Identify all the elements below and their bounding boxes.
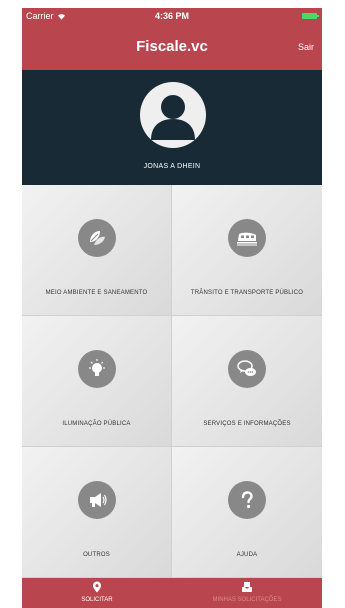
chat-bubbles-icon (228, 350, 266, 388)
status-bar: Carrier 4:36 PM (22, 8, 322, 24)
category-label: OUTROS (83, 552, 110, 558)
question-icon (228, 481, 266, 519)
inbox-icon (242, 582, 252, 592)
category-iluminacao[interactable]: ILUMINAÇÃO PÚBLICA (22, 316, 172, 447)
category-label: SERVIÇOS E INFORMAÇÕES (203, 421, 291, 427)
profile-name: JONAS A DHEIN (143, 163, 201, 170)
category-outros[interactable]: OUTROS (22, 447, 172, 578)
tab-solicitar[interactable]: SOLICITAR (22, 578, 172, 608)
leaves-icon (78, 219, 116, 257)
category-label: MEIO AMBIENTE E SANEAMENTO (45, 290, 148, 296)
lightbulb-icon (78, 350, 116, 388)
tab-bar: SOLICITAR MINHAS SOLICITAÇÕES (22, 578, 322, 608)
category-ajuda[interactable]: AJUDA (172, 447, 322, 578)
category-grid: MEIO AMBIENTE E SANEAMENTO TRÂNSITO E TR… (22, 185, 322, 578)
category-servicos[interactable]: SERVIÇOS E INFORMAÇÕES (172, 316, 322, 447)
train-icon (228, 219, 266, 257)
category-label: ILUMINAÇÃO PÚBLICA (62, 421, 131, 427)
logout-button[interactable]: Sair (298, 24, 314, 70)
avatar[interactable] (140, 82, 206, 148)
status-time: 4:36 PM (154, 11, 189, 21)
tab-minhas-solicitacoes[interactable]: MINHAS SOLICITAÇÕES (172, 578, 322, 608)
category-label: TRÂNSITO E TRANSPORTE PÚBLICO (190, 290, 304, 296)
tab-label: SOLICITAR (81, 597, 113, 603)
category-label: AJUDA (236, 552, 258, 558)
phone-screen: Carrier 4:36 PM Fiscale.vc Sair JONAS A … (22, 8, 322, 608)
category-meio-ambiente[interactable]: MEIO AMBIENTE E SANEAMENTO (22, 185, 172, 316)
profile-header: JONAS A DHEIN (22, 70, 322, 185)
app-title: Fiscale.vc (136, 38, 208, 55)
category-transito[interactable]: TRÂNSITO E TRANSPORTE PÚBLICO (172, 185, 322, 316)
tab-label: MINHAS SOLICITAÇÕES (212, 597, 282, 603)
battery-icon (302, 13, 319, 19)
megaphone-icon (78, 481, 116, 519)
nav-bar: Fiscale.vc Sair (22, 24, 322, 70)
location-pin-icon (93, 581, 101, 593)
user-silhouette-icon (151, 95, 195, 140)
